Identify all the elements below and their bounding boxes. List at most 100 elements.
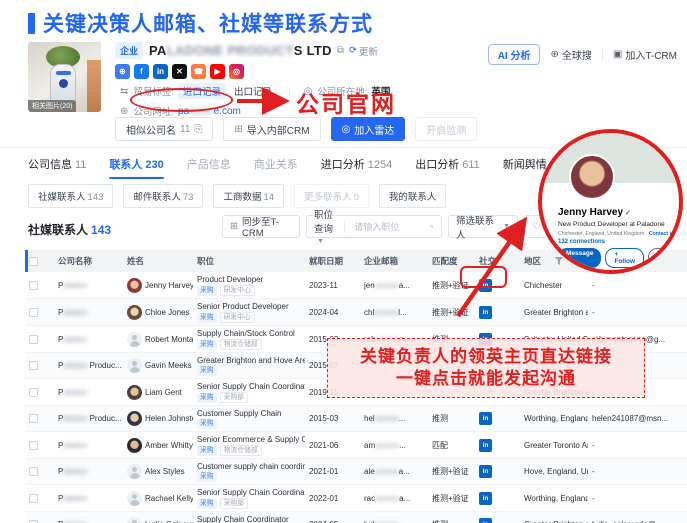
- join-tcrm-button[interactable]: ▣加入T-CRM: [613, 47, 677, 62]
- linkedin-icon[interactable]: in: [479, 518, 492, 523]
- export-records-tag[interactable]: 出口记录: [234, 84, 272, 98]
- ai-analysis-button[interactable]: AI 分析: [488, 44, 541, 65]
- contact-name[interactable]: Chloe Jones: [145, 308, 189, 317]
- contact-avatar: [127, 491, 142, 506]
- position-query-dropdown[interactable]: 职位查询▼: [314, 207, 334, 246]
- extra-email-cell: -: [588, 459, 687, 485]
- title-cell: Senior Supply Chain Coordinator采购采购部: [193, 485, 305, 512]
- tab-export-analysis[interactable]: 出口分析611: [415, 156, 480, 179]
- tab-products[interactable]: 产品信息: [187, 156, 231, 179]
- chip-social-contacts[interactable]: 社媒联系人143: [28, 184, 113, 208]
- heart-icon: ♡: [532, 221, 541, 232]
- search-icon[interactable]: [430, 222, 434, 231]
- chip-more-contacts[interactable]: 更多联系人0: [294, 184, 369, 208]
- linkedin-icon[interactable]: in: [479, 492, 492, 505]
- profile-buttons: Message + Follow More: [558, 248, 682, 268]
- row-checkbox[interactable]: [29, 467, 38, 476]
- select-all-checkbox[interactable]: [29, 257, 38, 266]
- email-redacted: xxxxxx: [374, 308, 398, 317]
- role-tag: 采购: [197, 419, 217, 429]
- role-tag: 采购: [197, 393, 217, 403]
- phone-icon[interactable]: ☎: [191, 64, 206, 79]
- job-title: Greater Brighton and Hove Area: [197, 355, 301, 366]
- x-icon[interactable]: ✕: [172, 64, 187, 79]
- chip-label: 更多联系人: [304, 192, 352, 203]
- linkedin-icon[interactable]: in: [153, 64, 168, 79]
- linkedin-icon[interactable]: in: [479, 439, 492, 452]
- sync-tcrm-button[interactable]: ⊞同步至T-CRM: [222, 215, 300, 238]
- region-cell: Chichester: [520, 272, 588, 299]
- chip-email-contacts[interactable]: 邮件联系人73: [123, 184, 203, 208]
- linkedin-icon[interactable]: in: [479, 465, 492, 478]
- contact-info-link[interactable]: Contact info: [649, 231, 679, 237]
- company-action-row: 相似公司名11⎘ ⊞导入内部CRM ◎加入雷达 开启监测: [115, 117, 477, 141]
- note-line-2: 一键点击就能发起沟通: [396, 369, 576, 389]
- follow-button[interactable]: + Follow: [605, 248, 644, 268]
- contact-name[interactable]: Gavin Meeks: [145, 361, 192, 370]
- row-checkbox[interactable]: [29, 361, 38, 370]
- chip-label: 邮件联系人: [133, 192, 181, 203]
- linkedin-icon[interactable]: in: [479, 279, 492, 292]
- import-crm-button[interactable]: ⊞导入内部CRM: [223, 117, 320, 141]
- youtube-icon[interactable]: ▶: [210, 64, 225, 79]
- chip-label: 工商数据: [223, 192, 261, 203]
- linkedin-icon[interactable]: in: [479, 412, 492, 425]
- tab-company-info[interactable]: 公司信息11: [28, 156, 86, 179]
- row-checkbox-cell: [25, 379, 54, 406]
- refresh-button[interactable]: ⟳更新: [349, 44, 378, 58]
- crm-icon: ▣: [613, 49, 622, 60]
- row-checkbox[interactable]: [29, 335, 38, 344]
- contact-name[interactable]: Liam Gent: [145, 388, 182, 397]
- match-cell: 推测+验证: [428, 485, 475, 512]
- contact-name[interactable]: Alex Styles: [145, 467, 185, 476]
- start-monitor-button[interactable]: 开启监测: [415, 117, 477, 141]
- row-checkbox[interactable]: [29, 308, 38, 317]
- global-search-button[interactable]: ⊕全球搜: [550, 47, 591, 62]
- filter-contacts-dropdown[interactable]: 筛选联系人▼: [448, 215, 518, 238]
- website-icon[interactable]: ⊕: [115, 64, 130, 79]
- company-photo[interactable]: 相关图片(20): [28, 42, 101, 112]
- row-checkbox[interactable]: [29, 388, 38, 397]
- contact-name[interactable]: Helen Johnstone: [145, 414, 193, 423]
- contact-name[interactable]: Robert Monta...: [145, 335, 193, 344]
- company-website-link[interactable]: paladone.com: [178, 106, 241, 117]
- job-title: Customer Supply Chain: [197, 408, 301, 419]
- more-button[interactable]: More: [648, 248, 682, 268]
- job-title: Supply Chain Coordinator: [197, 514, 301, 523]
- linkedin-icon[interactable]: in: [479, 306, 492, 319]
- contact-name[interactable]: Rachael Kelly: [145, 494, 193, 503]
- role-tag: 采购: [197, 313, 217, 323]
- name-cell: Helen Johnstone: [123, 406, 193, 432]
- position-search-input[interactable]: [354, 222, 426, 232]
- company-cell: Paladon: [54, 432, 123, 459]
- chip-business-data[interactable]: 工商数据14: [213, 184, 284, 208]
- row-checkbox[interactable]: [29, 494, 38, 503]
- row-checkbox[interactable]: [29, 281, 38, 290]
- region-cell: Worthing, England,...: [520, 406, 588, 432]
- copy-icon[interactable]: ⧉: [337, 45, 344, 56]
- company-redacted: aladon: [63, 308, 87, 317]
- join-radar-button[interactable]: ◎加入雷达: [331, 117, 406, 141]
- header-checkbox-cell: [25, 250, 54, 272]
- chip-count: 0: [354, 192, 359, 203]
- message-button[interactable]: Message: [558, 248, 601, 268]
- department-tag: 采购部: [220, 392, 248, 403]
- verified-badge-icon: ✓: [625, 210, 631, 217]
- company-cell: Paladon Produc...: [54, 406, 123, 432]
- website-note-text: 公司官网: [296, 85, 396, 119]
- row-checkbox[interactable]: [29, 441, 38, 450]
- row-checkbox[interactable]: [29, 414, 38, 423]
- profile-connections[interactable]: 132 connections: [558, 239, 605, 245]
- tab-import-analysis[interactable]: 进口分析1254: [321, 156, 392, 179]
- chip-my-contacts[interactable]: 我的联系人: [379, 184, 447, 208]
- tab-contacts[interactable]: 联系人230: [109, 156, 163, 179]
- similar-companies-button[interactable]: 相似公司名11⎘: [115, 117, 213, 141]
- contact-name[interactable]: Jenny Harvey: [145, 281, 193, 290]
- facebook-icon[interactable]: f: [134, 64, 149, 79]
- instagram-icon[interactable]: ◎: [229, 64, 244, 79]
- email-redacted: xxxxxx: [375, 441, 399, 450]
- tab-business-relation[interactable]: 商业关系: [254, 156, 298, 179]
- import-records-tag[interactable]: 进口记录: [178, 83, 226, 99]
- company-redacted: aladon: [63, 494, 87, 503]
- contact-name[interactable]: Amber Whitty: [145, 441, 193, 450]
